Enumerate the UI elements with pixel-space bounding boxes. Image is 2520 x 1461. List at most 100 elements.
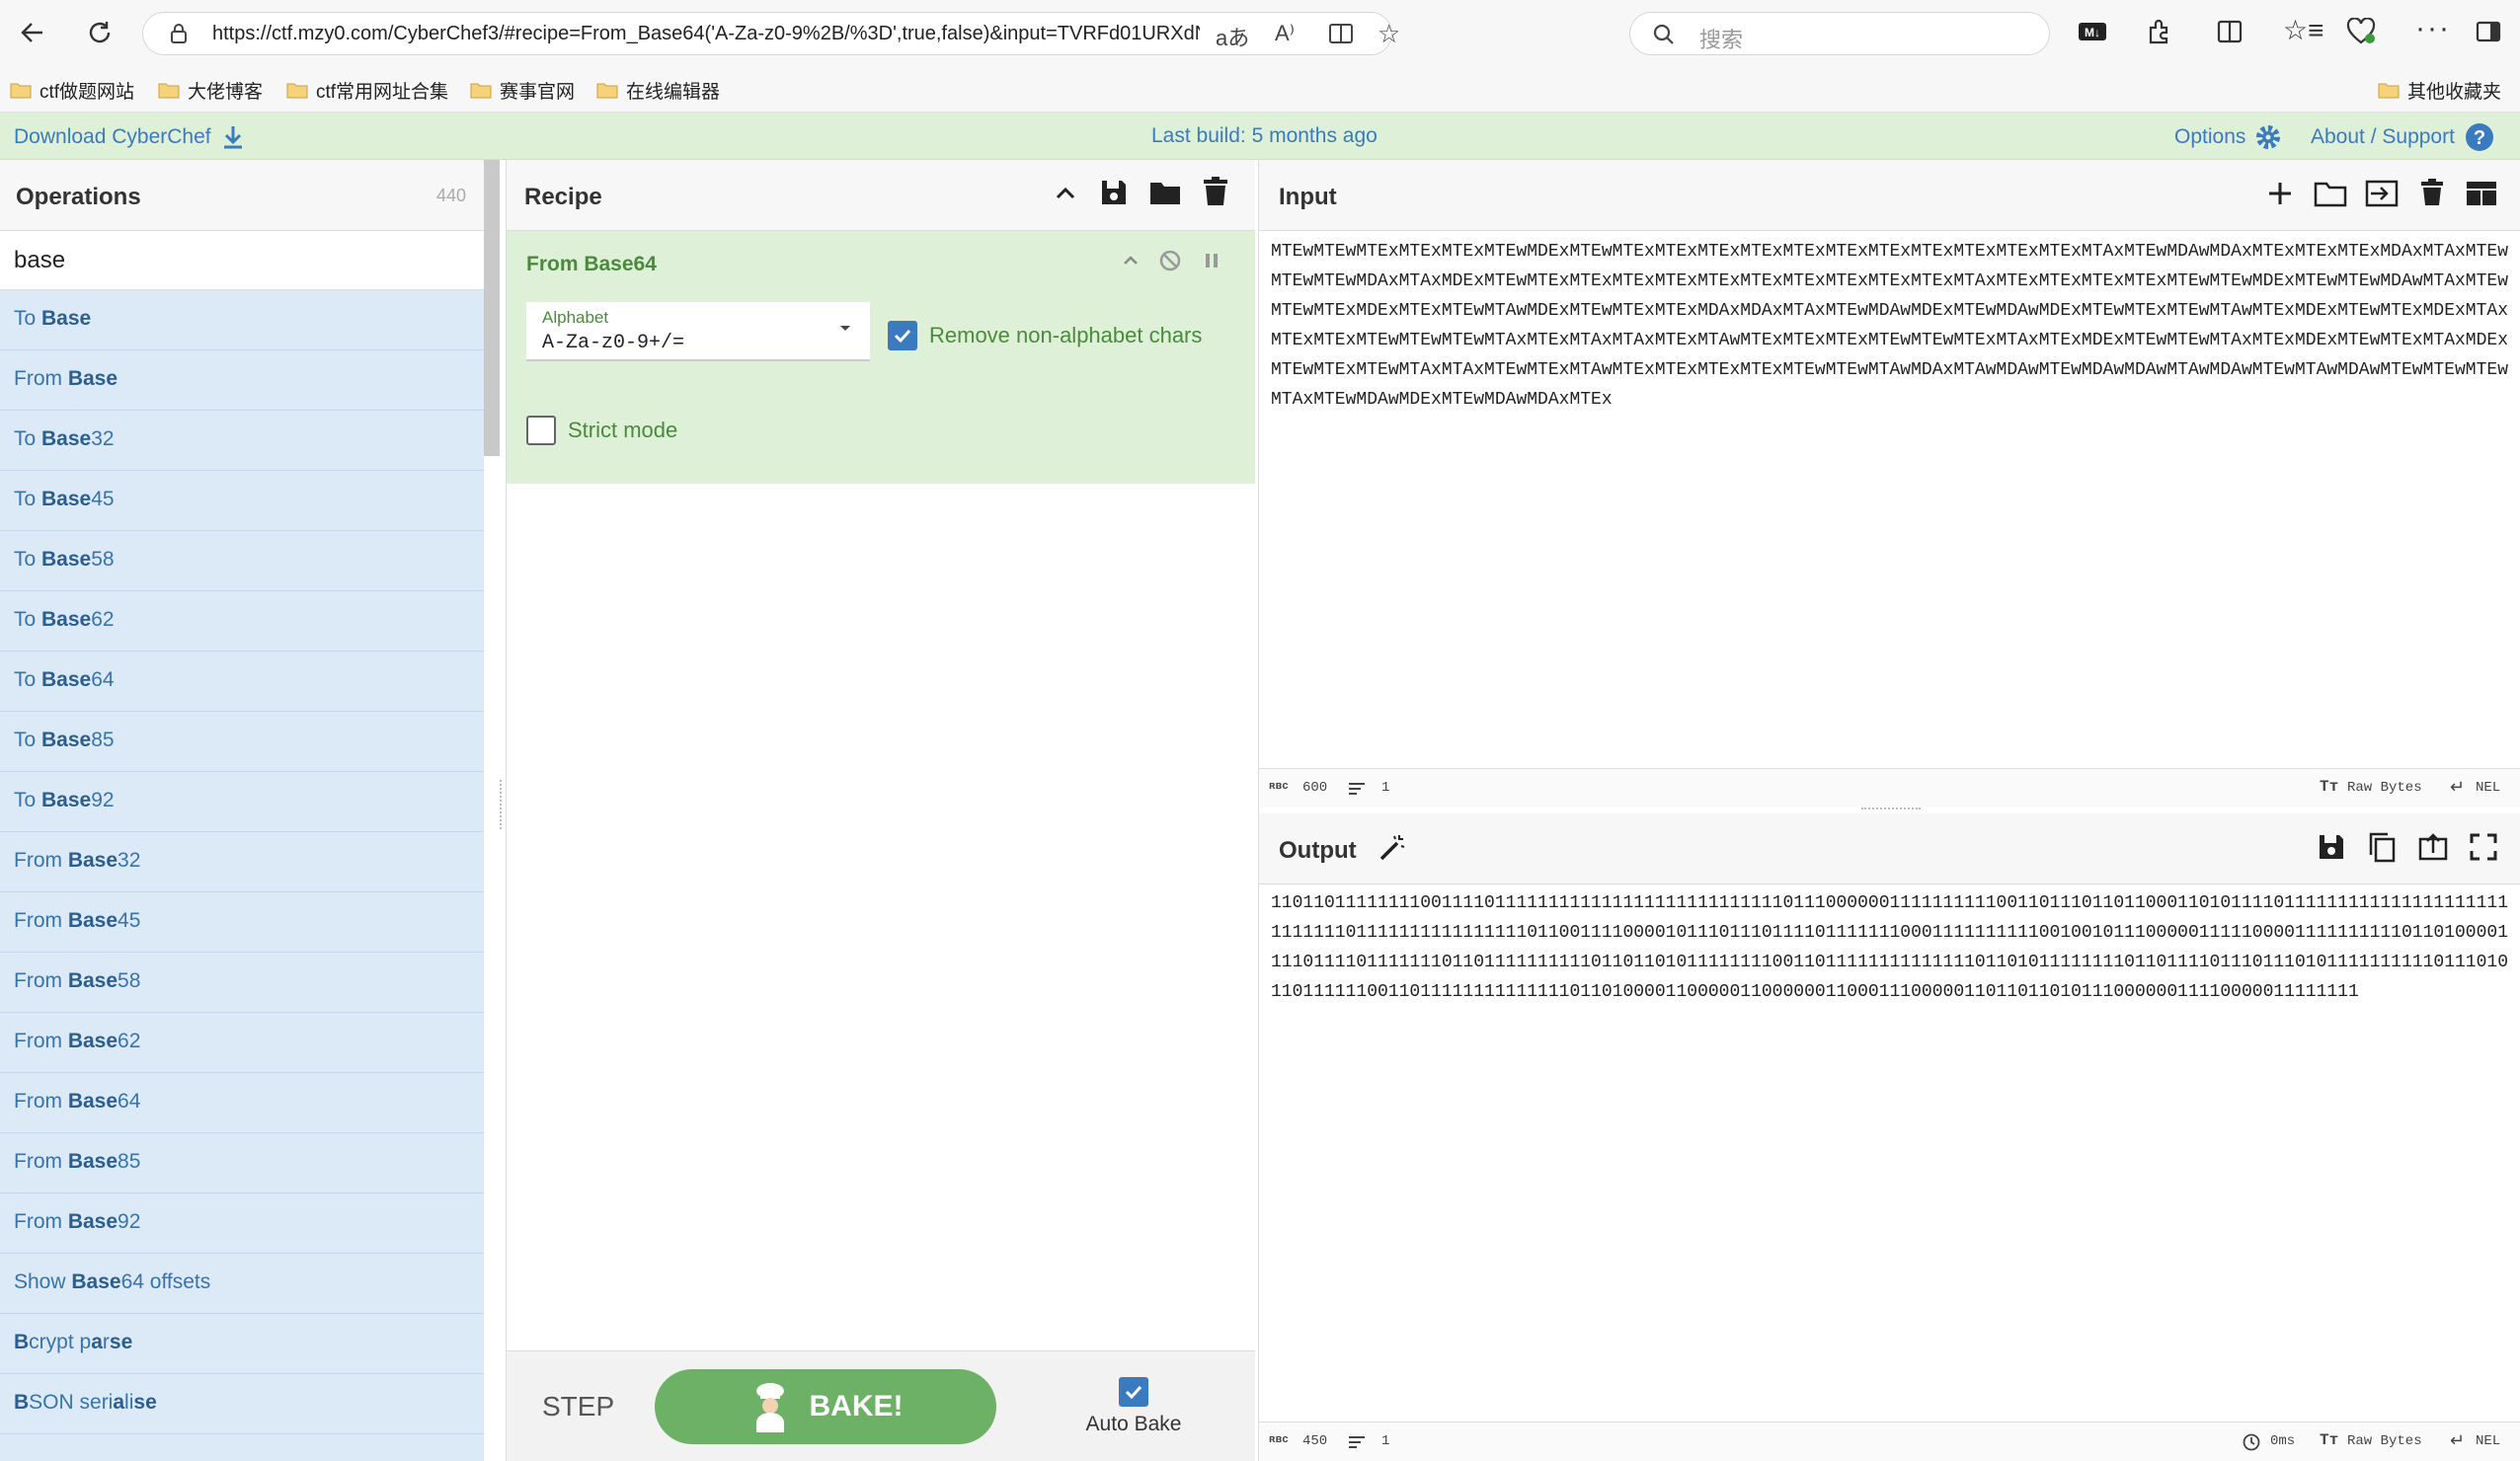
- svg-text:?: ?: [2474, 127, 2485, 149]
- operation-match-text: a: [91, 1331, 103, 1353]
- operation-item[interactable]: To Base: [0, 290, 484, 350]
- bookmark-label: ctf做题网站: [39, 81, 135, 103]
- panel-resize-handle[interactable]: [500, 780, 506, 829]
- replace-input-icon[interactable]: [2418, 833, 2448, 861]
- reset-layout-icon[interactable]: [2466, 180, 2497, 207]
- bake-button[interactable]: BAKE!: [655, 1369, 996, 1444]
- bookmark-online-editor[interactable]: 在线编辑器: [596, 73, 720, 107]
- operation-text: SON seri: [29, 1391, 114, 1414]
- operation-item[interactable]: From Base85: [0, 1133, 484, 1193]
- operation-item[interactable]: To Base92: [0, 772, 484, 832]
- input-header: Input: [1259, 160, 2520, 231]
- collapse-operation-icon[interactable]: [1119, 249, 1142, 272]
- svg-text:M↓: M↓: [2085, 26, 2100, 39]
- add-tab-icon[interactable]: [2266, 180, 2294, 207]
- auto-bake-checkbox[interactable]: Auto Bake: [1060, 1377, 1208, 1436]
- address-bar[interactable]: https://ctf.mzy0.com/CyberChef3/#recipe=…: [142, 12, 1400, 55]
- clear-recipe-icon[interactable]: [1202, 176, 1229, 207]
- input-textarea[interactable]: MTEwMTEwMTExMTExMTExMTEwMDExMTEwMTExMTEx…: [1271, 237, 2511, 730]
- remove-non-alphabet-checkbox[interactable]: Remove non-alphabet chars: [888, 321, 1202, 350]
- collapse-all-icon[interactable]: [1052, 180, 1079, 207]
- operation-item[interactable]: To Base62: [0, 591, 484, 652]
- chevron-down-icon: [838, 324, 852, 334]
- input-eol[interactable]: NEL: [2476, 780, 2500, 796]
- operation-item[interactable]: From Base58: [0, 953, 484, 1013]
- favorite-star-icon[interactable]: ☆: [1378, 19, 1400, 49]
- about-support-button[interactable]: About / Support ?: [2311, 122, 2494, 152]
- operation-item[interactable]: To Base64: [0, 652, 484, 712]
- operation-text: From: [14, 1210, 68, 1233]
- operation-text: 45: [91, 488, 115, 510]
- immersive-reader-icon[interactable]: [1328, 22, 1354, 45]
- operation-text: 92: [91, 789, 115, 811]
- output-text[interactable]: 1101101111111100111101111111111111111111…: [1271, 888, 2511, 1382]
- save-output-icon[interactable]: [2318, 833, 2345, 861]
- operations-scrollbar[interactable]: [484, 160, 500, 456]
- checkbox-unchecked-icon: [526, 416, 556, 445]
- open-file-icon[interactable]: [2365, 180, 2399, 207]
- operation-match-text: Base: [67, 849, 118, 872]
- read-aloud-icon[interactable]: A⁾: [1275, 21, 1295, 46]
- lock-icon[interactable]: [169, 23, 189, 44]
- operation-item[interactable]: To Base85: [0, 712, 484, 772]
- operation-match-text: Base: [41, 548, 92, 571]
- operation-item[interactable]: Show Base64 offsets: [0, 1254, 484, 1314]
- search-placeholder[interactable]: 搜索: [1699, 23, 1743, 54]
- folder-icon: [158, 83, 180, 99]
- output-encoding[interactable]: Raw Bytes: [2347, 1433, 2422, 1449]
- browser-search-box[interactable]: 搜索: [1629, 12, 2050, 55]
- bookmark-blogs[interactable]: 大佬博客: [158, 73, 263, 107]
- operation-text: To: [14, 427, 42, 450]
- more-icon[interactable]: ···: [2415, 12, 2451, 45]
- operation-item[interactable]: To Base45: [0, 471, 484, 531]
- clear-input-icon[interactable]: [2420, 178, 2444, 207]
- markdown-icon[interactable]: M↓: [2078, 20, 2107, 43]
- refresh-icon[interactable]: [75, 8, 124, 57]
- operation-item[interactable]: BSON serialise: [0, 1374, 484, 1434]
- pause-icon[interactable]: [1200, 249, 1223, 272]
- input-encoding[interactable]: Raw Bytes: [2347, 780, 2422, 796]
- bookmark-other[interactable]: 其他收藏夹: [2378, 73, 2501, 107]
- bookmark-competitions[interactable]: 赛事官网: [470, 73, 575, 107]
- operation-item[interactable]: From Base64: [0, 1073, 484, 1133]
- bookmark-ctf-sites[interactable]: ctf做题网站: [10, 73, 134, 107]
- operation-item[interactable]: From Base92: [0, 1193, 484, 1254]
- load-recipe-icon[interactable]: [1148, 178, 1182, 207]
- browser-essentials-icon[interactable]: [2346, 18, 2376, 45]
- back-icon[interactable]: [8, 8, 57, 57]
- url-text[interactable]: https://ctf.mzy0.com/CyberChef3/#recipe=…: [212, 23, 1200, 45]
- output-eol[interactable]: NEL: [2476, 1433, 2500, 1449]
- translate-icon[interactable]: aあ: [1216, 21, 1249, 52]
- disable-operation-icon[interactable]: [1158, 249, 1182, 272]
- operation-text: To: [14, 548, 42, 571]
- step-button[interactable]: STEP: [542, 1391, 614, 1423]
- operation-item[interactable]: To Base32: [0, 411, 484, 471]
- operation-text: 92: [118, 1210, 141, 1233]
- operation-item[interactable]: From Base45: [0, 892, 484, 953]
- operation-item[interactable]: From Base32: [0, 832, 484, 892]
- save-recipe-icon[interactable]: [1099, 178, 1129, 207]
- recipe-operation-from-base64[interactable]: From Base64 Alphabet A-Za-z0-9+/= Remove…: [507, 231, 1255, 484]
- alphabet-select[interactable]: Alphabet A-Za-z0-9+/=: [526, 302, 870, 361]
- text-encoding-icon: Tт: [2320, 1431, 2339, 1449]
- bookmark-ctf-urls[interactable]: ctf常用网址合集: [286, 73, 448, 107]
- copy-output-icon[interactable]: [2367, 831, 2397, 863]
- operation-match-text: Base: [41, 608, 92, 631]
- operations-search-input[interactable]: base: [0, 231, 484, 290]
- split-screen-icon[interactable]: [2216, 18, 2244, 45]
- options-button[interactable]: Options: [2174, 122, 2283, 152]
- download-icon: [223, 126, 242, 149]
- maximize-output-icon[interactable]: [2470, 833, 2497, 861]
- operation-item[interactable]: To Base58: [0, 531, 484, 591]
- last-build-text: Last build: 5 months ago: [1151, 124, 1378, 147]
- operation-item[interactable]: Bcrypt parse: [0, 1314, 484, 1374]
- sidebar-toggle-icon[interactable]: [2475, 18, 2502, 45]
- download-cyberchef-link[interactable]: Download CyberChef: [14, 124, 245, 150]
- operation-item[interactable]: From Base62: [0, 1013, 484, 1073]
- operation-item[interactable]: From Base: [0, 350, 484, 411]
- strict-mode-checkbox[interactable]: Strict mode: [526, 416, 677, 445]
- extensions-icon[interactable]: [2145, 18, 2172, 45]
- magic-wand-icon[interactable]: [1378, 833, 1407, 863]
- favorites-icon[interactable]: ☆≡: [2283, 14, 2323, 46]
- open-folder-icon[interactable]: [2314, 180, 2347, 207]
